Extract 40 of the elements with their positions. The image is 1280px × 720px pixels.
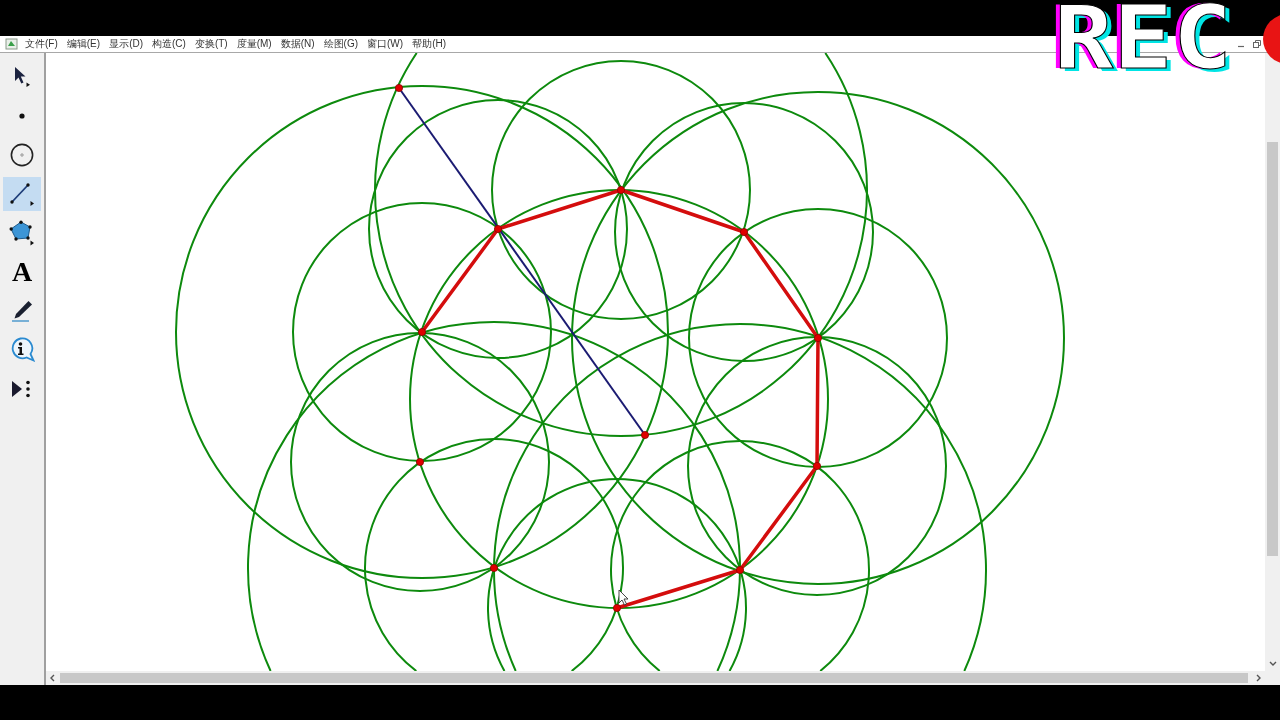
scroll-right-icon[interactable] — [1256, 674, 1261, 682]
horizontal-scrollbar[interactable] — [46, 671, 1265, 685]
triangle-dots-icon — [11, 379, 33, 399]
point[interactable] — [418, 328, 426, 336]
scrollbar-thumb[interactable] — [1267, 142, 1278, 556]
pentagon-icon — [9, 220, 35, 246]
info-icon — [9, 337, 35, 363]
scrollbar-thumb[interactable] — [60, 673, 1248, 683]
menu-item[interactable]: 帮助(H) — [412, 39, 447, 49]
circle-icon — [10, 143, 34, 167]
app-icon[interactable] — [5, 38, 18, 50]
line-icon — [9, 181, 35, 207]
menu-item[interactable]: 构造(C) — [152, 39, 186, 49]
point[interactable] — [813, 462, 821, 470]
menu-item[interactable]: 编辑(E) — [66, 39, 101, 49]
scroll-left-icon[interactable] — [50, 674, 55, 682]
point[interactable] — [736, 566, 744, 574]
point[interactable] — [617, 186, 625, 194]
scroll-down-icon[interactable] — [1268, 661, 1277, 666]
restore-icon[interactable] — [1253, 40, 1261, 48]
menu-item[interactable]: 数据(N) — [280, 39, 315, 49]
menu-item[interactable]: 变换(T) — [194, 39, 228, 49]
point[interactable] — [740, 228, 748, 236]
point[interactable] — [613, 604, 621, 612]
menu-item[interactable]: 绘图(G) — [323, 39, 359, 49]
tool-button[interactable] — [3, 177, 41, 211]
point-icon — [19, 113, 25, 119]
point[interactable] — [416, 458, 424, 466]
point[interactable] — [395, 84, 403, 92]
arrow-pointer-icon — [13, 66, 31, 88]
text-tool-button[interactable]: A — [3, 255, 41, 289]
pen-icon — [10, 299, 34, 323]
cursor-icon — [618, 589, 629, 606]
menu-item[interactable]: 窗口(W) — [367, 39, 404, 49]
point[interactable] — [814, 334, 822, 342]
menu-item[interactable]: 文件(F) — [25, 39, 58, 49]
point[interactable] — [641, 431, 649, 439]
point[interactable] — [490, 564, 498, 572]
menu-item[interactable]: 度量(M) — [236, 39, 272, 49]
menu-item[interactable]: 显示(D) — [109, 39, 143, 49]
